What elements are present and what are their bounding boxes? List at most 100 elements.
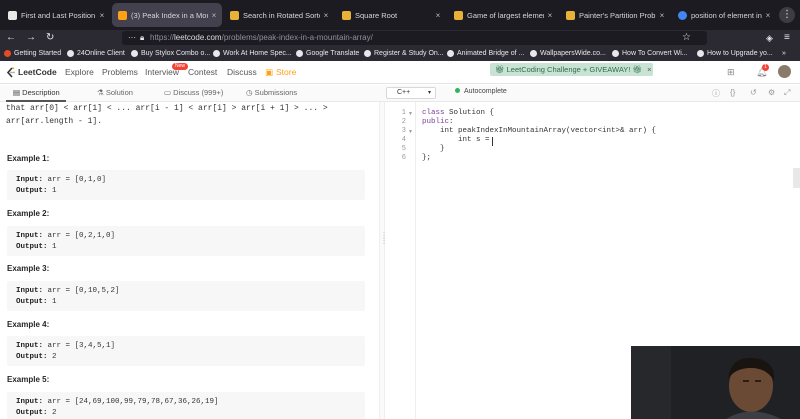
url-domain: leetcode.com (174, 33, 222, 42)
description-text-line: arr[arr.length - 1]. (6, 117, 103, 126)
tab-solution[interactable]: ⚗ Solution (97, 88, 133, 97)
example-box: Input: arr = [24,69,100,99,79,78,67,36,2… (7, 392, 365, 419)
browser-tab-peak-index[interactable]: (3) Peak Index in a Mountain × (112, 3, 222, 27)
code-line: }; (422, 154, 432, 162)
browser-menu-icon[interactable]: ⋮ (779, 7, 795, 23)
bookmark-item[interactable]: How To Convert Wi... (612, 47, 688, 60)
tab-favicon (678, 10, 687, 20)
line-number: 4 (401, 136, 406, 144)
back-arrow-icon[interactable]: ← (6, 31, 16, 45)
close-icon[interactable]: × (432, 11, 444, 20)
tab-favicon (454, 10, 463, 20)
nav-store[interactable]: Store (276, 67, 296, 77)
globe-icon (364, 50, 371, 57)
store-icon: ▣ (265, 67, 274, 77)
tab-label: Search in Rotated Sorted A (243, 10, 320, 20)
tab-label: position of element in infin (691, 10, 762, 20)
bookmarks-overflow-icon[interactable]: » (782, 47, 786, 60)
avatar[interactable] (778, 65, 791, 78)
leetcode-logo-icon[interactable] (6, 67, 16, 78)
example-box: Input: arr = [3,4,5,1] Output: 2 (7, 336, 365, 366)
example-title: Example 3: (7, 264, 50, 273)
reset-icon[interactable]: ↺ (750, 88, 757, 97)
autocomplete-toggle[interactable]: Autocomplete (455, 88, 507, 95)
discuss-icon: ▭ (164, 88, 174, 97)
bookmark-item[interactable]: Getting Started (4, 47, 61, 60)
browser-tab-first-last-position[interactable]: First and Last Position of el × (2, 3, 110, 27)
forward-arrow-icon[interactable]: → (26, 31, 36, 45)
example-title: Example 5: (7, 375, 50, 384)
pocket-icon[interactable]: ◈ (766, 31, 773, 45)
browser-tab-game-largest[interactable]: Game of largest element × (448, 3, 558, 27)
bookmark-item[interactable]: Buy Stylox Combo o... (131, 47, 210, 60)
info-icon[interactable]: ⓘ (712, 88, 720, 99)
close-icon[interactable]: × (208, 11, 220, 20)
example-output: Output: 1 (16, 187, 57, 195)
globe-icon (296, 50, 303, 57)
tab-label: (3) Peak Index in a Mountain (131, 10, 208, 20)
tab-description[interactable]: ▤ Description (13, 88, 60, 97)
description-panel: that arr[0] < arr[1] < ... arr[i - 1] < … (0, 102, 379, 419)
browser-tab-position-infinite[interactable]: position of element in infin × (672, 3, 776, 27)
nav-problems[interactable]: Problems (102, 67, 138, 77)
tab-label: Square Root (355, 10, 398, 20)
tab-discuss[interactable]: ▭ Discuss (999+) (164, 88, 223, 97)
bookmark-item[interactable]: How to Upgrade yo... (697, 47, 773, 60)
bookmark-item[interactable]: Animated Bridge of ... (447, 47, 524, 60)
promo-close-icon[interactable]: × (647, 65, 651, 74)
close-icon[interactable]: × (544, 11, 556, 20)
fold-arrow-icon[interactable]: ▼ (408, 111, 413, 117)
globe-icon (67, 50, 74, 57)
bookmark-item[interactable]: Google Translate (296, 47, 359, 60)
example-input: Input: arr = [24,69,100,99,79,78,67,36,2… (16, 398, 219, 406)
challenge-promo-banner[interactable]: 🎁︎ LeetCoding Challenge + GIVEAWAY! 🎁︎ × (490, 63, 653, 76)
sidebar-toggle[interactable] (793, 168, 800, 188)
leetcode-logo-text[interactable]: LeetCode (18, 67, 57, 77)
bookmark-star-icon[interactable]: ☆ (682, 31, 691, 45)
close-icon[interactable]: × (320, 11, 332, 20)
line-gutter: 1 ▼ 2 3 ▼ 4 5 6 (386, 102, 416, 419)
tab-submissions[interactable]: ◷ Submissions (246, 88, 297, 97)
nav-explore[interactable]: Explore (65, 67, 94, 77)
close-icon[interactable]: × (96, 11, 108, 20)
browser-toolbar: ← → ↻ ··· 🔒︎ https://leetcode.com/proble… (0, 30, 800, 46)
browser-tab-search-rotated[interactable]: Search in Rotated Sorted A × (224, 3, 334, 27)
leetcode-header: LeetCode Explore Problems Interview New … (0, 61, 800, 84)
browser-tab-painters-partition[interactable]: Painter's Partition Problem × (560, 3, 670, 27)
nav-discuss[interactable]: Discuss (227, 67, 257, 77)
tab-favicon (342, 10, 351, 20)
example-title: Example 4: (7, 320, 50, 329)
webcam-overlay (631, 346, 800, 419)
line-number: 2 (401, 118, 406, 126)
tab-favicon (566, 10, 575, 20)
menu-icon[interactable]: ≡ (784, 31, 790, 45)
bookmark-item[interactable]: Register & Study On... (364, 47, 444, 60)
line-number: 5 (401, 145, 406, 153)
reload-icon[interactable]: ↻ (46, 31, 54, 45)
nav-contest[interactable]: Contest (188, 67, 217, 77)
fold-arrow-icon[interactable]: ▼ (408, 129, 413, 135)
panel-divider[interactable] (379, 102, 385, 419)
close-icon[interactable]: × (762, 11, 774, 20)
browser-tab-square-root[interactable]: Square Root × (336, 3, 446, 27)
playground-icon[interactable]: ⊞ (727, 67, 735, 78)
bookmark-item[interactable]: WallpapersWide.co... (530, 47, 606, 60)
close-icon[interactable]: × (656, 11, 668, 20)
settings-icon[interactable]: ⚙ (768, 88, 775, 97)
braces-icon[interactable]: {} (730, 88, 735, 97)
fullscreen-icon[interactable]: ⤢ (784, 88, 790, 98)
more-icon[interactable]: ··· (128, 31, 136, 45)
promo-text: LeetCoding Challenge + GIVEAWAY! (506, 65, 631, 74)
example-output: Output: 2 (16, 353, 57, 361)
language-select[interactable]: C++ ▾ (386, 87, 436, 99)
bookmark-item[interactable]: 24Online Client (67, 47, 125, 60)
example-output: Output: 1 (16, 243, 57, 251)
bookmarks-bar: Getting Started 24Online Client Buy Styl… (0, 46, 800, 61)
url-text[interactable]: https://leetcode.com/problems/peak-index… (150, 32, 373, 44)
clock-icon: ◷ (246, 88, 255, 97)
panel-toolbar: ▤ Description ⚗ Solution ▭ Discuss (999+… (0, 85, 800, 102)
bookmark-item[interactable]: Work At Home Spec... (213, 47, 292, 60)
line-number: 1 (401, 109, 406, 117)
tab-label: Game of largest element (467, 10, 544, 20)
code-line: int peakIndexInMountainArray(vector<int>… (422, 127, 657, 135)
